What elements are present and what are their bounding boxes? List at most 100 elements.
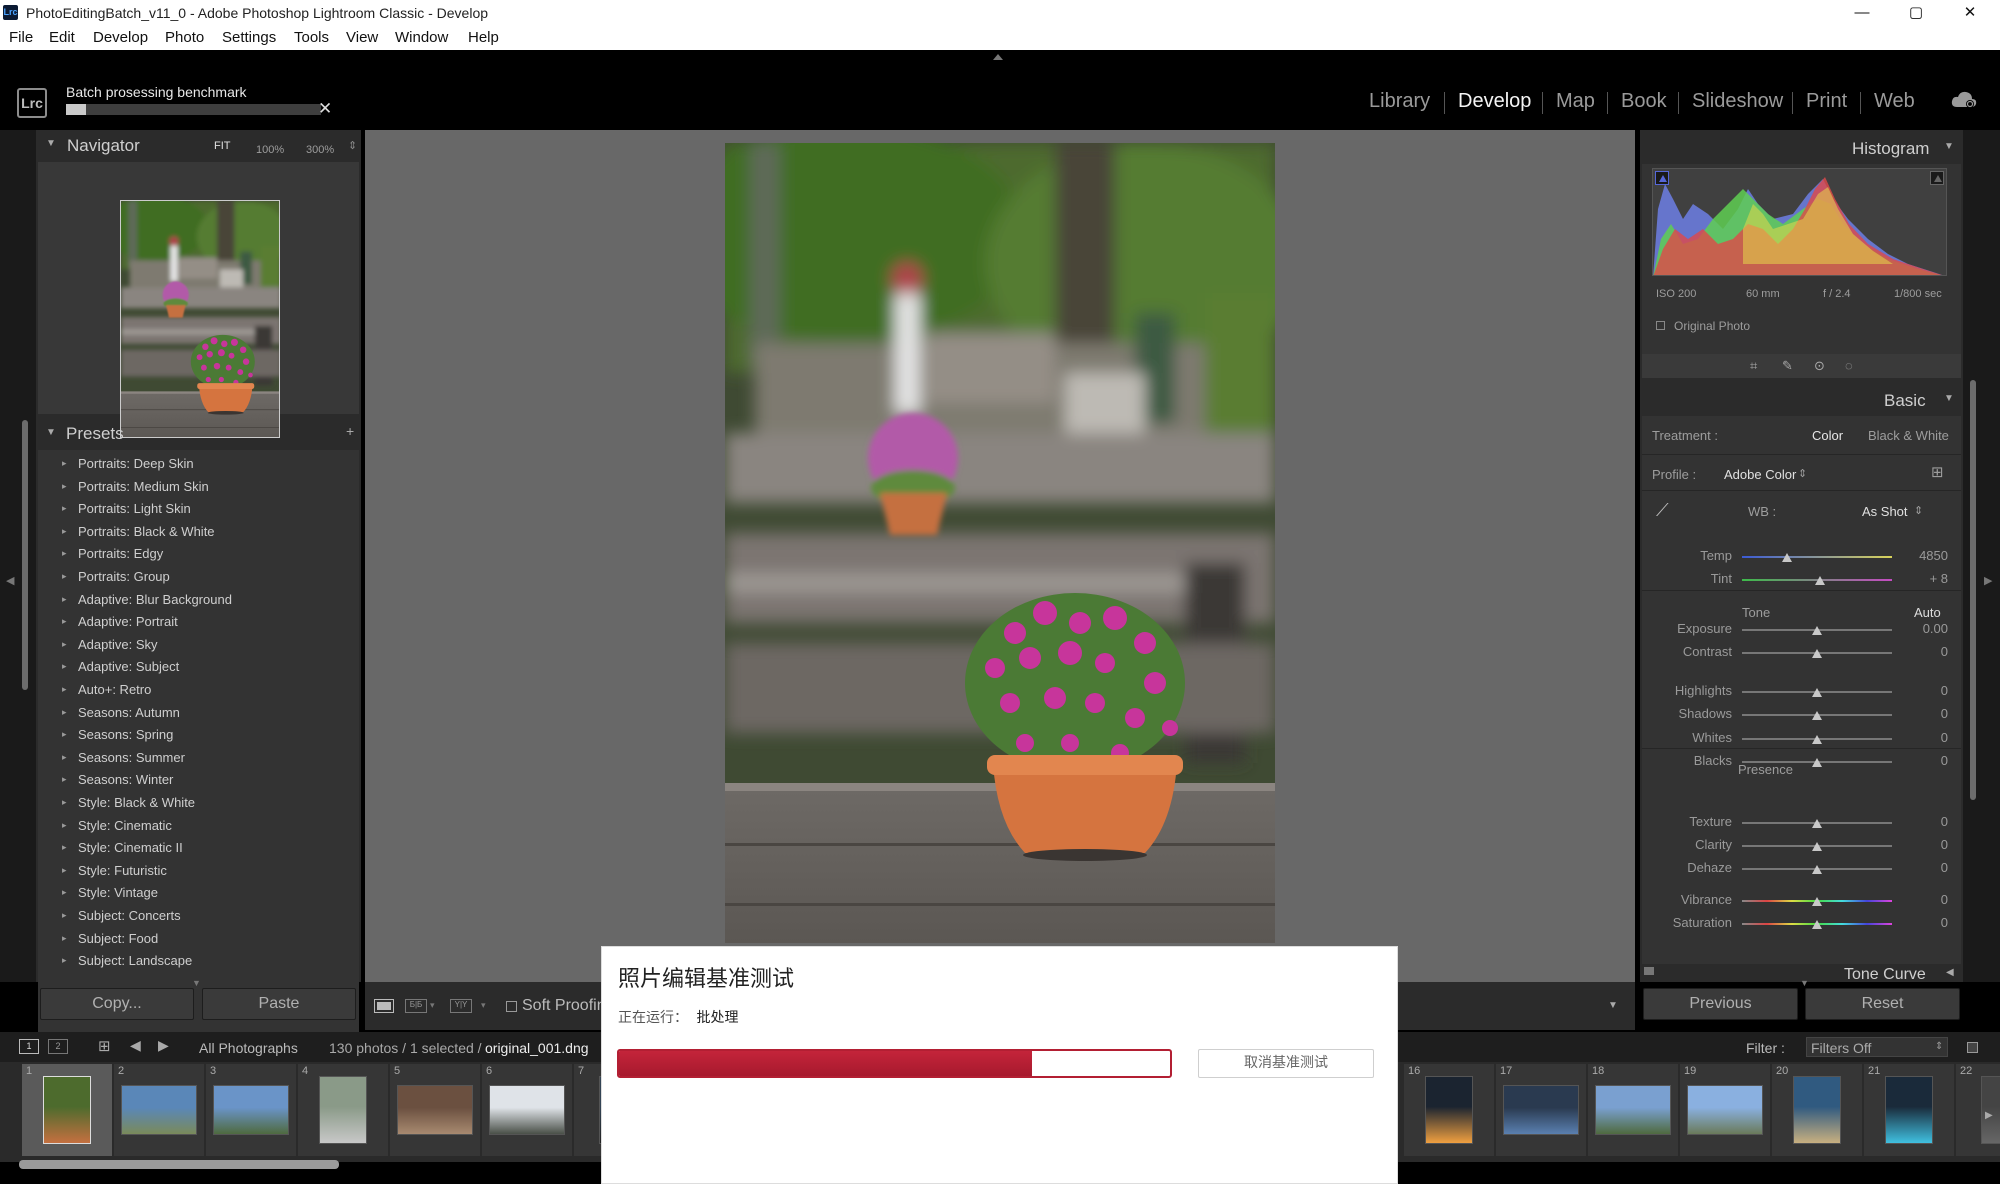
close-button[interactable]: ✕	[1942, 0, 1998, 26]
slider-value[interactable]: 0	[1908, 753, 1948, 768]
slider-value[interactable]: 0	[1908, 706, 1948, 721]
zoom-more-icon[interactable]: ⇕	[348, 139, 357, 152]
menu-develop[interactable]: Develop	[93, 29, 148, 46]
navigator-header[interactable]: ▼ Navigator FIT 100% 300% ⇕	[36, 130, 361, 160]
menu-file[interactable]: File	[9, 29, 33, 46]
preset-item[interactable]: Subject: Landscape	[62, 953, 192, 968]
filmstrip-thumbnail[interactable]	[213, 1085, 289, 1135]
menu-settings[interactable]: Settings	[222, 29, 276, 46]
forward-arrow-icon[interactable]: ▶	[158, 1037, 169, 1054]
filmstrip-cell[interactable]: 20	[1772, 1064, 1862, 1156]
preset-item[interactable]: Style: Cinematic	[62, 818, 172, 833]
preset-item[interactable]: Portraits: Medium Skin	[62, 479, 209, 494]
second-window-icon[interactable]: 2	[48, 1039, 68, 1054]
loupe-view-icon[interactable]	[374, 999, 394, 1013]
preset-item[interactable]: Subject: Concerts	[62, 908, 181, 923]
slider-thumb[interactable]	[1812, 865, 1822, 874]
reset-button[interactable]: Reset	[1805, 988, 1960, 1020]
photo-preview[interactable]	[725, 143, 1275, 943]
menu-help[interactable]: Help	[468, 29, 499, 46]
cancel-benchmark-button[interactable]: 取消基准测试	[1198, 1049, 1374, 1078]
filmstrip-thumbnail[interactable]	[1595, 1085, 1671, 1135]
preset-item[interactable]: Seasons: Autumn	[62, 705, 180, 720]
slider-value[interactable]: 0.00	[1908, 621, 1948, 636]
add-preset-icon[interactable]: +	[346, 423, 354, 439]
panel-switch-icon[interactable]	[1644, 967, 1654, 975]
filmstrip-thumbnail[interactable]	[1503, 1085, 1579, 1135]
slider-track[interactable]	[1742, 556, 1892, 558]
preset-item[interactable]: Portraits: Group	[62, 569, 170, 584]
preset-item[interactable]: Portraits: Black & White	[62, 524, 214, 539]
histogram-graph[interactable]	[1652, 168, 1947, 276]
job-close-icon[interactable]: ✕	[318, 99, 332, 119]
wb-eyedropper-icon[interactable]: ⟋	[1656, 500, 1669, 521]
copy-settings-button[interactable]: Copy...	[40, 988, 194, 1020]
module-develop[interactable]: Develop	[1458, 90, 1531, 113]
slider-value[interactable]: + 8	[1908, 571, 1948, 586]
preset-item[interactable]: Seasons: Winter	[62, 772, 173, 787]
current-filename[interactable]: original_001.dng	[485, 1040, 589, 1056]
slider-value[interactable]: 0	[1908, 892, 1948, 907]
masking-icon[interactable]: ◌	[1845, 358, 1853, 373]
filmstrip-thumbnail[interactable]	[1687, 1085, 1763, 1135]
preset-item[interactable]: Portraits: Deep Skin	[62, 456, 194, 471]
clipping-shadows-icon[interactable]	[1655, 171, 1669, 185]
slider-value[interactable]: 0	[1908, 644, 1948, 659]
zoom-fit[interactable]: FIT	[214, 140, 231, 152]
slider-value[interactable]: 4850	[1908, 548, 1948, 563]
tone-auto-button[interactable]: Auto	[1914, 605, 1941, 620]
source-label[interactable]: All Photographs	[199, 1040, 298, 1056]
slider-value[interactable]: 0	[1908, 814, 1948, 829]
slider-value[interactable]: 0	[1908, 837, 1948, 852]
filmstrip-cell[interactable]: 4	[298, 1064, 388, 1156]
preset-item[interactable]: Seasons: Spring	[62, 727, 173, 742]
filmstrip-scrollbar[interactable]	[19, 1160, 339, 1169]
expand-panel-icon[interactable]: ▼	[192, 978, 201, 988]
module-library[interactable]: Library	[1369, 90, 1430, 113]
compare-dropdown-icon[interactable]: ▾	[430, 1000, 435, 1011]
collapse-top-icon[interactable]	[993, 54, 1003, 60]
slider-thumb[interactable]	[1812, 688, 1822, 697]
filmstrip-thumbnail[interactable]	[319, 1076, 367, 1144]
zoom-100[interactable]: 100%	[256, 140, 284, 158]
previous-button[interactable]: Previous	[1643, 988, 1798, 1020]
main-window-icon[interactable]: 1	[19, 1039, 39, 1054]
filter-dropdown[interactable]: Filters Off ⇕	[1806, 1037, 1948, 1057]
left-scrollbar[interactable]	[22, 420, 28, 690]
preset-item[interactable]: Style: Futuristic	[62, 863, 167, 878]
slider-thumb[interactable]	[1812, 626, 1822, 635]
filter-lock-icon[interactable]	[1967, 1042, 1978, 1053]
menu-photo[interactable]: Photo	[165, 29, 204, 46]
menu-view[interactable]: View	[346, 29, 378, 46]
zoom-300[interactable]: 300%	[306, 140, 334, 158]
cloud-sync-icon[interactable]	[1950, 88, 1978, 117]
menu-window[interactable]: Window	[395, 29, 448, 46]
navigator-preview[interactable]	[38, 162, 359, 438]
module-book[interactable]: Book	[1621, 90, 1667, 113]
slider-thumb[interactable]	[1812, 920, 1822, 929]
histogram-header[interactable]: Histogram ▼	[1640, 130, 1963, 164]
filmstrip-cell[interactable]: 18	[1588, 1064, 1678, 1156]
profile-browser-icon[interactable]: ⊞	[1931, 463, 1944, 481]
back-arrow-icon[interactable]: ◀	[130, 1037, 141, 1054]
maximize-button[interactable]: ▢	[1888, 0, 1944, 26]
preset-item[interactable]: Subject: Food	[62, 931, 158, 946]
soft-proofing-checkbox[interactable]	[506, 1001, 517, 1012]
basic-header[interactable]: Basic ▼	[1640, 382, 1963, 416]
preset-item[interactable]: Auto+: Retro	[62, 682, 151, 697]
preset-item[interactable]: Adaptive: Subject	[62, 659, 179, 674]
filmstrip-thumbnail[interactable]	[489, 1085, 565, 1135]
slider-thumb[interactable]	[1812, 897, 1822, 906]
filmstrip-cell[interactable]: 1	[22, 1064, 112, 1156]
menu-edit[interactable]: Edit	[49, 29, 75, 46]
filmstrip-cell[interactable]: 16	[1404, 1064, 1494, 1156]
filmstrip-thumbnail[interactable]	[1885, 1076, 1933, 1144]
filmstrip-cell[interactable]: 6	[482, 1064, 572, 1156]
clipping-highlights-icon[interactable]	[1930, 171, 1944, 185]
preset-item[interactable]: Adaptive: Portrait	[62, 614, 178, 629]
slider-value[interactable]: 0	[1908, 915, 1948, 930]
right-scrollbar[interactable]	[1970, 380, 1976, 800]
filmstrip-cell[interactable]: 19	[1680, 1064, 1770, 1156]
filmstrip-cell[interactable]: 21	[1864, 1064, 1954, 1156]
filmstrip-thumbnail[interactable]	[1793, 1076, 1841, 1144]
